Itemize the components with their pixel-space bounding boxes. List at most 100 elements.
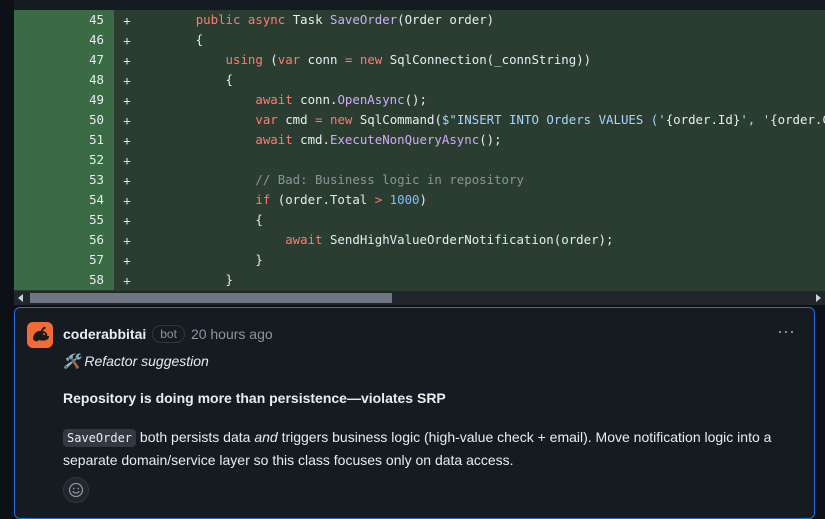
rabbit-logo-icon: [33, 327, 50, 342]
code-token: =: [315, 112, 323, 127]
code-text: {: [136, 210, 263, 230]
line-number[interactable]: 49: [14, 90, 114, 110]
code-token: 1000: [389, 192, 420, 207]
line-number[interactable]: 45: [14, 10, 114, 30]
line-number[interactable]: 54: [14, 190, 114, 210]
code-token: ', ': [740, 112, 771, 127]
code-token: conn: [300, 52, 345, 67]
horizontal-scrollbar[interactable]: [14, 291, 825, 305]
code-token: SaveOrder: [330, 12, 398, 27]
code-token: public: [195, 12, 241, 27]
code-token: SqlConnection(_connString)): [382, 52, 592, 67]
added-marker: +: [123, 252, 131, 268]
code-token: {: [136, 212, 263, 227]
code-token: var: [255, 112, 278, 127]
avatar[interactable]: [27, 322, 53, 348]
diff-line: 55 + {: [14, 210, 825, 230]
code-token: (Order order): [397, 12, 495, 27]
code-token: await: [285, 232, 323, 247]
added-marker: +: [123, 132, 131, 148]
scroll-right-arrow-icon[interactable]: [816, 294, 821, 302]
code-token: async: [247, 12, 286, 27]
code-text: public async Task SaveOrder(Order order): [136, 10, 494, 30]
scroll-left-arrow-icon[interactable]: [18, 294, 23, 302]
code-token: await: [255, 132, 293, 147]
code-token: (order.Total: [270, 192, 375, 207]
added-marker: +: [123, 52, 131, 68]
code-token: new: [359, 52, 383, 67]
code-token: if: [255, 192, 271, 207]
diff-line: 46 + {: [14, 30, 825, 50]
code-token: {order.Id}: [665, 112, 741, 127]
add-reaction-button[interactable]: [63, 477, 89, 503]
diff-view: 45 + public async Task SaveOrder(Order or…: [14, 10, 825, 291]
diff-line: 50 + var cmd = new SqlCommand($"INSERT IN…: [14, 110, 825, 130]
line-number[interactable]: 55: [14, 210, 114, 230]
line-number[interactable]: 52: [14, 150, 114, 170]
suggestion-tag-label: Refactor suggestion: [84, 353, 209, 369]
scrollbar-thumb[interactable]: [30, 293, 392, 303]
bot-badge: bot: [152, 325, 185, 343]
code-token: var: [277, 52, 301, 67]
line-number[interactable]: 58: [14, 270, 114, 290]
suggestion-tag: 🛠️ Refactor suggestion: [63, 353, 209, 370]
code-token: // Bad: Business logic in repository: [255, 172, 524, 187]
line-number[interactable]: 56: [14, 230, 114, 250]
code-text: }: [136, 250, 263, 270]
diff-line: 45 + public async Task SaveOrder(Order or…: [14, 10, 825, 30]
diff-line: 49 + await conn.OpenAsync();: [14, 90, 825, 110]
code-text: using (var conn = new SqlConnection(_con…: [136, 50, 592, 70]
added-marker: +: [123, 152, 131, 168]
code-token: ): [419, 192, 427, 207]
code-text: var cmd = new SqlCommand($"INSERT INTO O…: [136, 110, 825, 130]
code-token: await: [255, 92, 293, 107]
code-token: $"INSERT INTO Orders VALUES (': [441, 112, 666, 127]
review-comment: coderabbitai bot 20 hours ago ⋯ 🛠️ Refac…: [14, 307, 815, 519]
comment-heading: Repository is doing more than persistenc…: [63, 390, 446, 406]
diff-line: 52 +: [14, 150, 825, 170]
line-number[interactable]: 48: [14, 70, 114, 90]
code-text: {: [136, 30, 203, 50]
code-token: using: [225, 52, 263, 67]
line-number[interactable]: 51: [14, 130, 114, 150]
line-number[interactable]: 57: [14, 250, 114, 270]
code-text: await cmd.ExecuteNonQueryAsync();: [136, 130, 502, 150]
code-token: ();: [479, 132, 502, 147]
author-name[interactable]: coderabbitai: [63, 326, 146, 342]
line-number[interactable]: 46: [14, 30, 114, 50]
line-number[interactable]: 50: [14, 110, 114, 130]
code-token: new: [330, 112, 353, 127]
code-token: cmd.: [292, 132, 330, 147]
code-token: ExecuteNonQueryAsync: [329, 132, 480, 147]
added-marker: +: [123, 272, 131, 288]
added-marker: +: [123, 12, 131, 28]
added-marker: +: [123, 92, 131, 108]
added-marker: +: [123, 212, 131, 228]
code-token: (: [262, 52, 278, 67]
code-text: {: [136, 70, 233, 90]
body-text-pre: both persists data: [136, 429, 255, 445]
body-text-em: and: [254, 429, 278, 445]
line-number[interactable]: 47: [14, 50, 114, 70]
added-marker: +: [123, 192, 131, 208]
line-number[interactable]: 53: [14, 170, 114, 190]
comment-header: coderabbitai bot 20 hours ago: [63, 325, 273, 343]
code-token: conn.: [292, 92, 338, 107]
more-options-icon[interactable]: ⋯: [777, 322, 796, 343]
code-text: }: [136, 270, 233, 290]
code-token: Task: [285, 12, 330, 27]
code-token: ();: [404, 92, 427, 107]
added-marker: +: [123, 232, 131, 248]
code-token: OpenAsync: [337, 92, 405, 107]
timestamp[interactable]: 20 hours ago: [191, 326, 273, 342]
code-token: }: [136, 252, 263, 267]
diff-line: 48 + {: [14, 70, 825, 90]
